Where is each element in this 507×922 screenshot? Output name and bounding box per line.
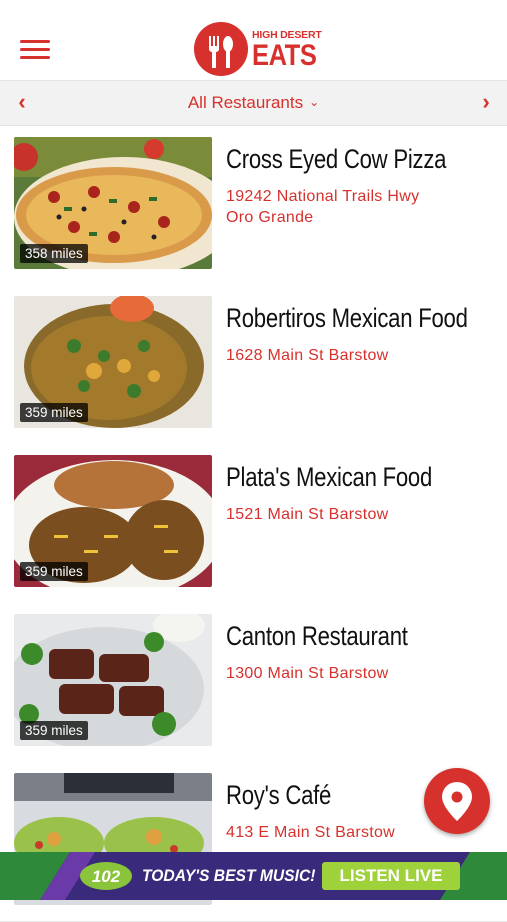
distance-badge: 359 miles [20,403,88,422]
app-logo[interactable]: HIGH DESERT EATS [194,22,324,78]
restaurant-address: 1628 Main St Barstow [226,345,486,366]
radio-ad-banner[interactable]: 102 TODAY'S BEST MUSIC! LISTEN LIVE [0,852,507,900]
app-header: HIGH DESERT EATS [0,0,507,81]
restaurant-name: Plata's Mexican Food [226,462,433,492]
category-dropdown-label: All Restaurants [187,93,304,112]
restaurant-photo: 359 miles [14,455,212,587]
restaurant-name: Roy's Café [226,780,332,810]
restaurant-row[interactable]: 359 miles Robertiros Mexican Food 1628 M… [0,285,507,445]
distance-badge: 358 miles [20,244,88,263]
listen-live-button[interactable]: LISTEN LIVE [322,862,460,890]
logo-title: EATS [252,39,317,72]
station-number: 102 [92,867,121,886]
restaurant-address: 1300 Main St Barstow [226,663,486,684]
restaurant-address: 19242 National Trails Hwy Oro Grande [226,186,486,228]
restaurant-name: Robertiros Mexican Food [226,303,468,333]
distance-badge: 359 miles [20,562,88,581]
restaurant-name: Cross Eyed Cow Pizza [226,144,447,174]
address-line: 1628 Main St Barstow [226,347,389,364]
restaurant-photo: 359 miles [14,296,212,428]
map-pin-icon [442,782,472,821]
restaurant-row[interactable]: 359 miles Plata's Mexican Food 1521 Main… [0,444,507,604]
chevron-right-icon[interactable]: › [476,91,496,115]
restaurant-address: 1521 Main St Barstow [226,504,486,525]
address-line: Oro Grande [226,209,314,226]
restaurant-row[interactable]: 359 miles Canton Restaurant 1300 Main St… [0,603,507,763]
distance-badge: 359 miles [20,721,88,740]
address-line: 1521 Main St Barstow [226,506,389,523]
chevron-down-icon: ⌄ [309,95,320,109]
filter-bar: ‹ All Restaurants ⌄ › [0,81,507,126]
banner-tagline: TODAY'S BEST MUSIC! [142,866,316,885]
restaurant-row[interactable]: 358 miles Cross Eyed Cow Pizza 19242 Nat… [0,126,507,286]
map-view-button[interactable] [424,768,490,834]
address-line: 1300 Main St Barstow [226,665,389,682]
category-dropdown[interactable]: All Restaurants ⌄ [0,93,507,113]
restaurant-photo: 359 miles [14,614,212,746]
restaurant-photo: 358 miles [14,137,212,269]
fork-spoon-icon [194,22,248,76]
restaurant-name: Canton Restaurant [226,621,408,651]
hamburger-menu-icon[interactable] [20,40,50,60]
address-line: 19242 National Trails Hwy [226,188,420,205]
station-logo: 102 [80,861,132,891]
